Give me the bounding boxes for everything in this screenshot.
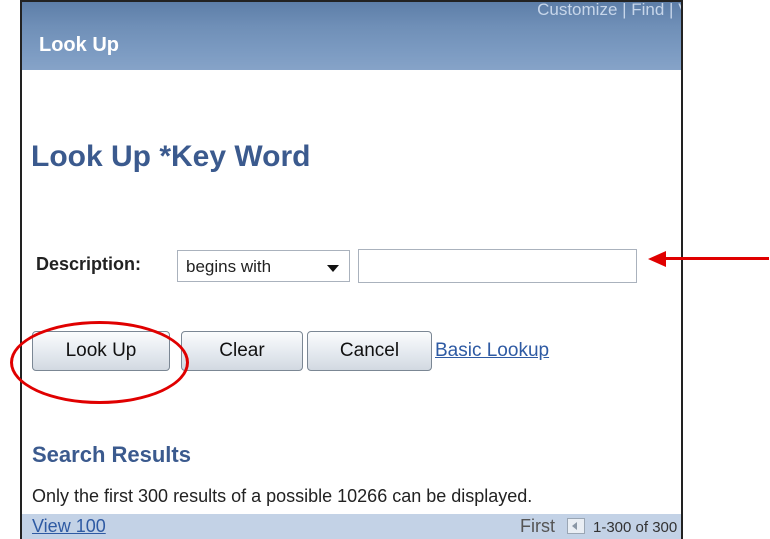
- callout-arrow-shaft: [664, 257, 769, 260]
- top-link-strip: Customize | Find | Vi: [22, 2, 681, 26]
- title-bar: Look Up: [22, 26, 681, 70]
- search-results-title: Search Results: [32, 442, 191, 467]
- cancel-button[interactable]: Cancel: [307, 331, 432, 371]
- callout-arrow-icon: [648, 251, 666, 267]
- operator-select-value: begins with: [186, 257, 272, 276]
- results-message: Only the first 300 results of a possible…: [32, 486, 533, 506]
- toolbar-links[interactable]: Customize | Find | Vi: [537, 2, 681, 20]
- results-nav-bar: View 100 First 1-300 of 300: [22, 514, 681, 539]
- lookup-window: Customize | Find | Vi Look Up Look Up *K…: [20, 0, 683, 539]
- results-range: 1-300 of 300: [593, 519, 678, 536]
- previous-icon[interactable]: [567, 518, 585, 534]
- basic-lookup-link[interactable]: Basic Lookup: [435, 340, 549, 362]
- callout-circle: [10, 321, 189, 404]
- operator-select[interactable]: begins with: [177, 250, 350, 282]
- first-link[interactable]: First: [520, 516, 555, 537]
- chevron-down-icon: [327, 265, 339, 272]
- window-title: Look Up: [39, 34, 119, 56]
- page-title: Look Up *Key Word: [31, 140, 311, 173]
- results-pagination: First 1-300 of 300: [520, 516, 677, 537]
- description-label: Description:: [36, 254, 142, 274]
- description-input[interactable]: [358, 249, 637, 283]
- view-100-link[interactable]: View 100: [32, 516, 106, 537]
- clear-button[interactable]: Clear: [181, 331, 303, 371]
